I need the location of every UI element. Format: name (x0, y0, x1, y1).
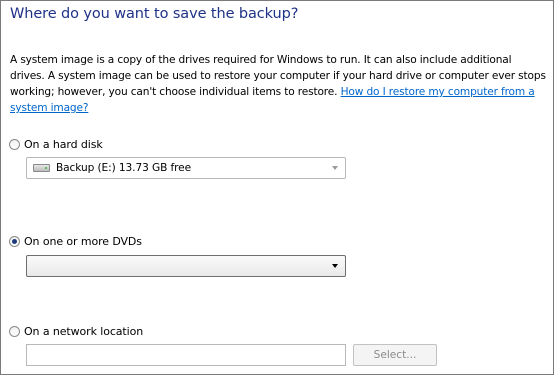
network-radio[interactable] (9, 326, 20, 337)
network-option[interactable]: On a network location (9, 325, 143, 338)
dvd-option[interactable]: On one or more DVDs (9, 235, 142, 248)
dvd-label: On one or more DVDs (24, 235, 142, 248)
hard-disk-option[interactable]: On a hard disk (9, 138, 103, 151)
chevron-down-icon (332, 264, 338, 268)
dvd-radio[interactable] (9, 236, 20, 247)
hard-disk-select[interactable]: Backup (E:) 13.73 GB free (26, 157, 346, 179)
network-path-input[interactable] (26, 344, 346, 366)
dvd-select[interactable] (26, 255, 346, 277)
hard-disk-label: On a hard disk (24, 138, 103, 151)
wizard-panel: Where do you want to save the backup? A … (0, 0, 554, 375)
select-button[interactable]: Select... (353, 344, 437, 366)
description: A system image is a copy of the drives r… (10, 52, 546, 116)
chevron-down-icon (332, 166, 338, 170)
hard-drive-icon (33, 164, 50, 172)
network-label: On a network location (24, 325, 144, 338)
hard-disk-radio[interactable] (9, 139, 20, 150)
page-title: Where do you want to save the backup? (10, 6, 299, 22)
hard-disk-select-value: Backup (E:) 13.73 GB free (56, 162, 192, 174)
